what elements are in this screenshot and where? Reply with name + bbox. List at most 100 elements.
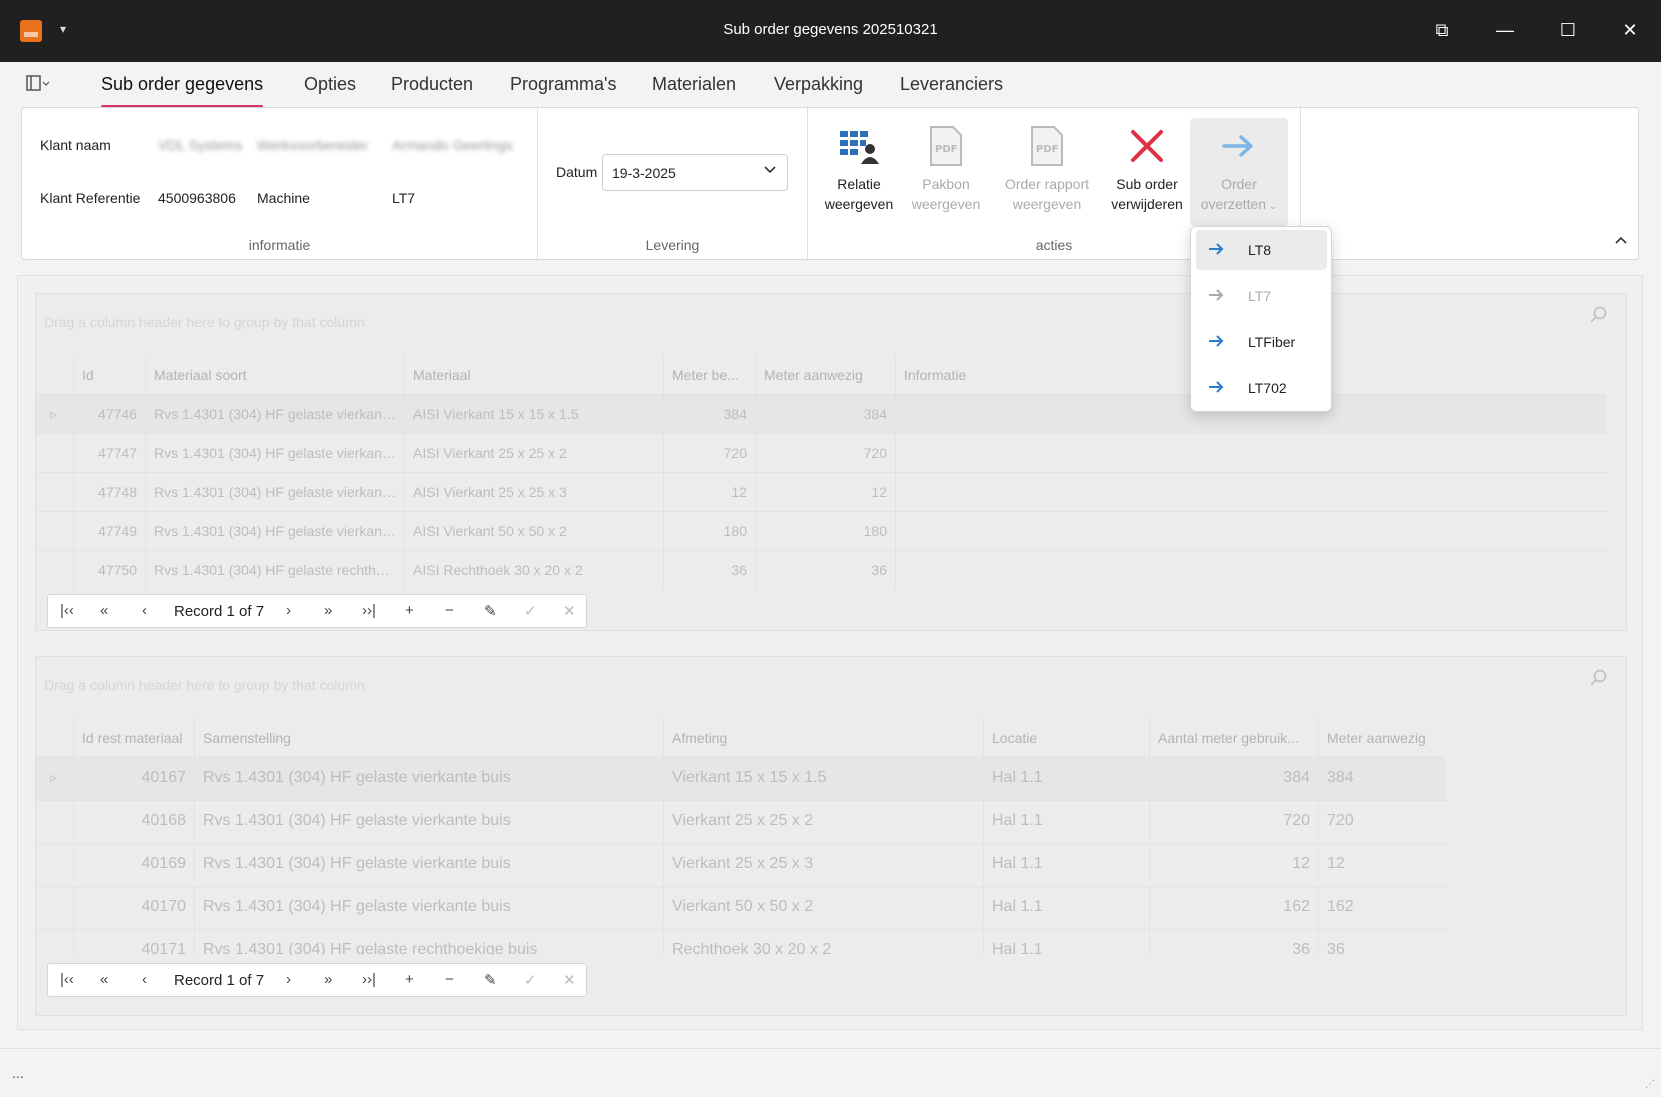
- column-header[interactable]: Aantal meter gebruik...: [1149, 719, 1318, 757]
- cell-aantal-meter: 720: [1149, 801, 1318, 840]
- table-row[interactable]: 47749 Rvs 1.4301 (304) HF gelaste vierka…: [36, 511, 1606, 551]
- column-header[interactable]: Meter aanwezig: [755, 356, 895, 394]
- restore-window-icon[interactable]: ⧉: [1427, 15, 1457, 45]
- tab-programmas[interactable]: Programma's: [510, 74, 616, 95]
- table-row[interactable]: 40168 Rvs 1.4301 (304) HF gelaste vierka…: [36, 800, 1446, 843]
- tab-leveranciers[interactable]: Leveranciers: [900, 74, 1003, 95]
- menu-item-ltfiber[interactable]: LTFiber: [1196, 322, 1327, 362]
- tab-opties[interactable]: Opties: [304, 74, 356, 95]
- rapport-label-1: Order rapport: [1004, 176, 1090, 192]
- cell-id-rest: 40170: [73, 887, 194, 926]
- table-row[interactable]: 40171 Rvs 1.4301 (304) HF gelaste rechth…: [36, 929, 1446, 955]
- cell-afmeting: Vierkant 15 x 15 x 1.5: [663, 758, 983, 797]
- pakbon-label-1: Pakbon: [922, 176, 970, 192]
- status-text: ...: [12, 1065, 24, 1081]
- row-indicator: [36, 801, 73, 840]
- tab-materialen[interactable]: Materialen: [652, 74, 736, 95]
- next-record-icon[interactable]: ›: [286, 971, 291, 988]
- cell-id-rest: 40168: [73, 801, 194, 840]
- tab-sub-order-gegevens[interactable]: Sub order gegevens: [101, 74, 264, 108]
- datum-picker[interactable]: 19-3-2025: [602, 154, 788, 191]
- column-header[interactable]: Materiaal: [404, 356, 663, 394]
- resize-grip-icon[interactable]: ⋰: [1645, 1079, 1655, 1090]
- relatie-weergeven-button[interactable]: Relatie weergeven: [819, 118, 899, 226]
- add-record-icon[interactable]: +: [405, 971, 414, 988]
- cell-samenstelling: Rvs 1.4301 (304) HF gelaste rechthoekige…: [194, 930, 663, 955]
- cell-materiaal: AISI Vierkant 25 x 25 x 3: [404, 473, 663, 512]
- contact-name-value: Armando Geerlings: [392, 137, 513, 153]
- previous-page-icon[interactable]: «: [100, 602, 108, 619]
- column-header[interactable]: Id: [73, 356, 145, 394]
- last-record-icon[interactable]: ››|: [362, 602, 376, 619]
- column-header[interactable]: Materiaal soort: [145, 356, 404, 394]
- previous-record-icon[interactable]: ‹: [142, 602, 147, 619]
- column-header[interactable]: Locatie: [983, 719, 1149, 757]
- last-record-icon[interactable]: ››|: [362, 971, 376, 988]
- add-record-icon[interactable]: +: [405, 602, 414, 619]
- order-overzetten-button[interactable]: Order overzetten ⌄: [1190, 118, 1288, 226]
- cell-afmeting: Vierkant 25 x 25 x 2: [663, 801, 983, 840]
- arrow-right-icon: [1208, 379, 1226, 398]
- table-row[interactable]: ▹ 47746 Rvs 1.4301 (304) HF gelaste vier…: [36, 394, 1606, 434]
- previous-record-icon[interactable]: ‹: [142, 971, 147, 988]
- confirm-icon[interactable]: ✓: [524, 971, 537, 989]
- column-header[interactable]: Id rest materiaal: [73, 719, 194, 757]
- ribbon-menu-icon[interactable]: [26, 74, 50, 97]
- group-caption-levering: Levering: [645, 237, 700, 253]
- table-row[interactable]: ▹ 40167 Rvs 1.4301 (304) HF gelaste vier…: [36, 757, 1446, 800]
- column-header[interactable]: Meter be...: [663, 356, 755, 394]
- chevron-down-icon[interactable]: [763, 162, 777, 179]
- confirm-icon[interactable]: ✓: [524, 602, 537, 620]
- row-indicator: [36, 434, 73, 473]
- edit-record-icon[interactable]: ✎: [484, 971, 497, 989]
- menu-item-lt7[interactable]: LT7: [1196, 276, 1327, 316]
- menu-item-lt702[interactable]: LT702: [1196, 368, 1327, 408]
- first-record-icon[interactable]: |‹‹: [60, 602, 74, 619]
- group-panel-hint: Drag a column header here to group by th…: [44, 677, 365, 693]
- column-header[interactable]: Samenstelling: [194, 719, 663, 757]
- tab-verpakking[interactable]: Verpakking: [774, 74, 863, 95]
- cell-afmeting: Vierkant 50 x 50 x 2: [663, 887, 983, 926]
- cell-id: 47750: [73, 551, 145, 590]
- first-record-icon[interactable]: |‹‹: [60, 971, 74, 988]
- cancel-icon[interactable]: ✕: [563, 602, 576, 620]
- cancel-icon[interactable]: ✕: [563, 971, 576, 989]
- order-rapport-weergeven-button[interactable]: PDF Order rapport weergeven: [995, 118, 1099, 226]
- column-header[interactable]: Meter aanwezig: [1318, 719, 1446, 757]
- close-button[interactable]: ✕: [1615, 15, 1645, 45]
- table-row[interactable]: 47748 Rvs 1.4301 (304) HF gelaste vierka…: [36, 472, 1606, 512]
- next-record-icon[interactable]: ›: [286, 602, 291, 619]
- delete-record-icon[interactable]: −: [445, 602, 454, 619]
- search-icon[interactable]: [1590, 306, 1608, 329]
- maximize-button[interactable]: ☐: [1553, 15, 1583, 45]
- previous-page-icon[interactable]: «: [100, 971, 108, 988]
- cell-id-rest: 40171: [73, 930, 194, 955]
- cell-meter-aanwezig: 162: [1318, 887, 1446, 926]
- menu-item-lt8[interactable]: LT8: [1196, 230, 1327, 270]
- next-page-icon[interactable]: »: [324, 971, 332, 988]
- minimize-button[interactable]: —: [1490, 15, 1520, 45]
- edit-record-icon[interactable]: ✎: [484, 602, 497, 620]
- arrow-right-icon: [1208, 241, 1226, 260]
- table-row[interactable]: 47750 Rvs 1.4301 (304) HF gelaste rechth…: [36, 550, 1606, 590]
- tab-producten[interactable]: Producten: [391, 74, 473, 95]
- main-content: Drag a column header here to group by th…: [17, 275, 1643, 1030]
- klant-naam-label: Klant naam: [40, 137, 111, 153]
- arrow-right-icon: [1208, 333, 1226, 352]
- cell-locatie: Hal 1.1: [983, 801, 1149, 840]
- table-row[interactable]: 40170 Rvs 1.4301 (304) HF gelaste vierka…: [36, 886, 1446, 929]
- table-row[interactable]: 40169 Rvs 1.4301 (304) HF gelaste vierka…: [36, 843, 1446, 886]
- collapse-ribbon-icon[interactable]: [1614, 233, 1628, 249]
- search-icon[interactable]: [1590, 669, 1608, 692]
- delete-record-icon[interactable]: −: [445, 971, 454, 988]
- column-header[interactable]: Afmeting: [663, 719, 983, 757]
- group-informatie: Klant naam VDL Systems Werkvoorbereider …: [22, 108, 538, 259]
- record-position: Record 1 of 7: [174, 972, 265, 989]
- next-page-icon[interactable]: »: [324, 602, 332, 619]
- cell-informatie: [895, 551, 1535, 590]
- ribbon: Klant naam VDL Systems Werkvoorbereider …: [21, 107, 1639, 260]
- table-row[interactable]: 47747 Rvs 1.4301 (304) HF gelaste vierka…: [36, 433, 1606, 473]
- pakbon-weergeven-button[interactable]: PDF Pakbon weergeven: [906, 118, 986, 226]
- sub-order-verwijderen-button[interactable]: Sub order verwijderen: [1105, 118, 1189, 226]
- cell-id: 47749: [73, 512, 145, 551]
